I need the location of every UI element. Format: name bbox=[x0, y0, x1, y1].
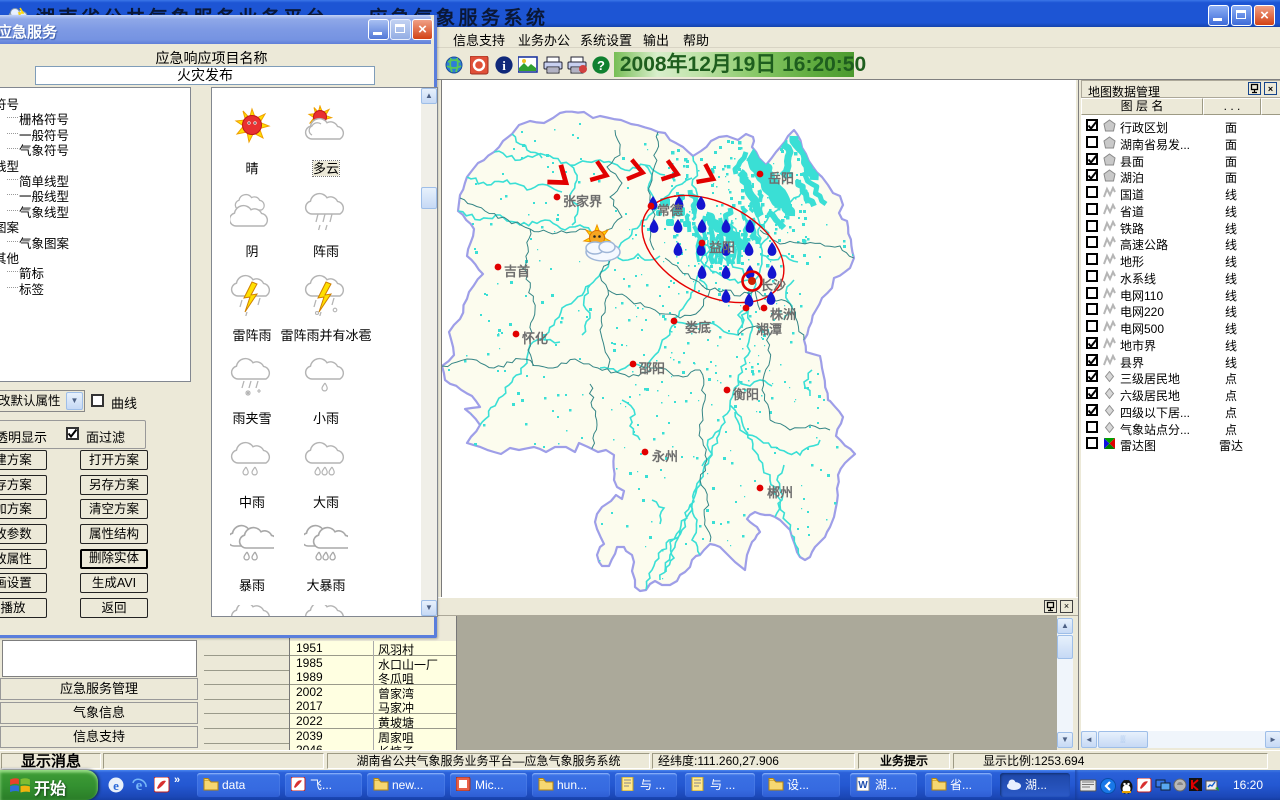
svg-text:e: e bbox=[113, 778, 119, 793]
svg-text:邵阳: 邵阳 bbox=[638, 361, 665, 376]
svg-text:张家界: 张家界 bbox=[563, 194, 602, 209]
svg-text:长沙: 长沙 bbox=[760, 278, 786, 293]
svg-text:岳阳: 岳阳 bbox=[768, 171, 794, 186]
svg-text:i: i bbox=[502, 58, 506, 73]
svg-text:郴州: 郴州 bbox=[767, 485, 793, 500]
svg-text:湘潭: 湘潭 bbox=[756, 322, 782, 337]
svg-text:娄底: 娄底 bbox=[685, 320, 711, 335]
svg-text:株洲: 株洲 bbox=[770, 307, 796, 322]
svg-text:吉首: 吉首 bbox=[504, 264, 530, 279]
svg-text:衡阳: 衡阳 bbox=[733, 387, 759, 402]
svg-text:W: W bbox=[858, 780, 868, 791]
svg-text:常德: 常德 bbox=[657, 203, 683, 218]
svg-text:?: ? bbox=[597, 58, 605, 73]
svg-text:怀化: 怀化 bbox=[522, 331, 548, 346]
svg-text:永州: 永州 bbox=[651, 449, 678, 464]
svg-text:益阳: 益阳 bbox=[709, 240, 735, 255]
